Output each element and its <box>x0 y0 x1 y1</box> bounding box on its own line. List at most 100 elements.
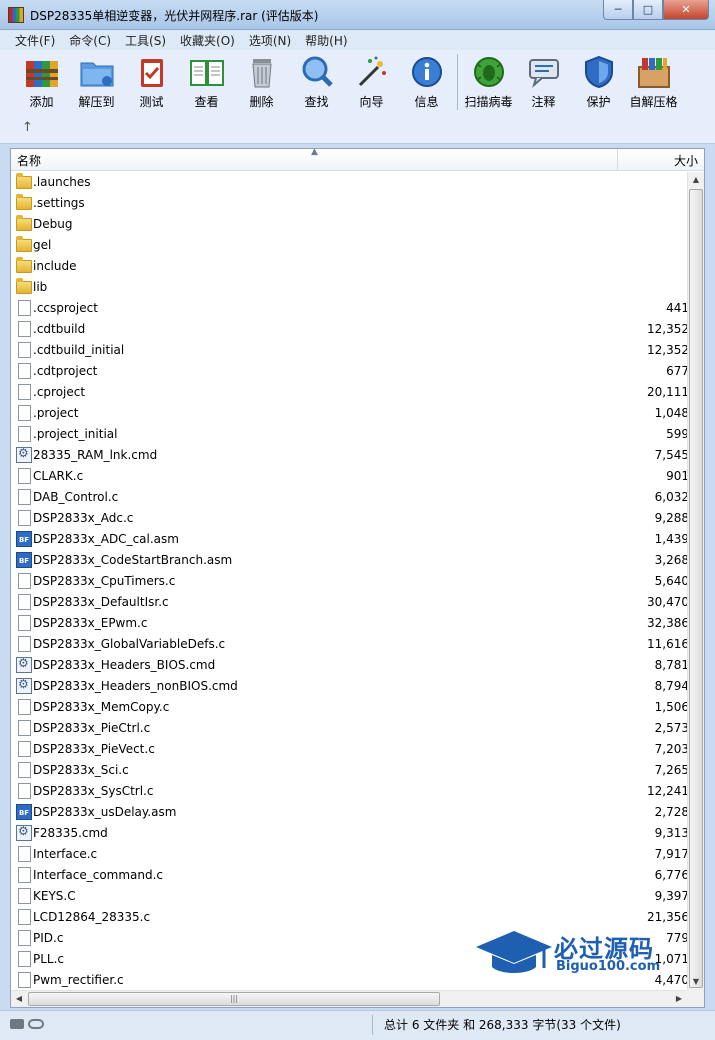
file-row[interactable]: BF DSP2833x_usDelay.asm 2,728 <box>11 802 689 823</box>
file-row[interactable]: 28335_RAM_lnk.cmd 7,545 <box>11 445 689 466</box>
file-name: CLARK.c <box>33 469 84 483</box>
file-row[interactable]: .launches <box>11 172 687 193</box>
file-name: LCD12864_28335.c <box>33 910 151 924</box>
file-row[interactable]: F28335.cmd 9,313 <box>11 823 689 844</box>
file-row[interactable]: DSP2833x_Sci.c 7,265 <box>11 760 689 781</box>
file-name: DSP2833x_Headers_nonBIOS.cmd <box>33 679 238 693</box>
file-icon <box>18 699 31 715</box>
file-row[interactable]: Interface_command.c 6,776 <box>11 865 689 886</box>
file-row[interactable]: lib <box>11 277 687 298</box>
asm-file-icon: BF <box>16 804 32 820</box>
column-header-size[interactable]: 大小 <box>619 149 704 171</box>
sfx-label: 自解压格 <box>629 95 678 109</box>
maximize-button[interactable]: □ <box>633 0 663 20</box>
test-button[interactable]: 测试 <box>124 50 179 116</box>
delete-button[interactable]: 删除 <box>234 50 289 116</box>
file-row[interactable]: DSP2833x_Headers_BIOS.cmd 8,781 <box>11 655 689 676</box>
info-button[interactable]: 信息 <box>399 50 454 116</box>
file-icon <box>18 888 31 904</box>
file-row[interactable]: include <box>11 256 687 277</box>
column-header-name[interactable]: 名称 ▲ <box>11 149 618 171</box>
menu-tools[interactable]: 工具(S) <box>118 32 173 49</box>
file-icon <box>18 489 31 505</box>
file-row[interactable]: BF DSP2833x_CodeStartBranch.asm 3,268 <box>11 550 689 571</box>
vertical-scroll-thumb[interactable] <box>689 189 703 988</box>
minimize-button[interactable]: ─ <box>603 0 633 20</box>
menu-options[interactable]: 选项(N) <box>242 32 298 49</box>
file-row[interactable]: DSP2833x_PieVect.c 7,203 <box>11 739 689 760</box>
file-icon <box>18 909 31 925</box>
file-row[interactable]: DSP2833x_Adc.c 9,288 <box>11 508 689 529</box>
view-button[interactable]: 查看 <box>179 50 234 116</box>
file-row[interactable]: .project_initial 599 <box>11 424 689 445</box>
file-name: DSP2833x_Headers_BIOS.cmd <box>33 658 216 672</box>
horizontal-scroll-thumb[interactable]: ||| <box>28 992 440 1006</box>
file-row[interactable]: DSP2833x_DefaultIsr.c 30,470 <box>11 592 689 613</box>
scroll-down-arrow-icon[interactable]: ▼ <box>688 974 704 990</box>
extract-to-button[interactable]: 解压到 <box>69 50 124 116</box>
file-row[interactable]: DAB_Control.c 6,032 <box>11 487 689 508</box>
file-name: PLL.c <box>33 952 65 966</box>
file-row[interactable]: DSP2833x_PieCtrl.c 2,573 <box>11 718 689 739</box>
protect-button[interactable]: 保护 <box>571 50 626 116</box>
menu-command[interactable]: 命令(C) <box>62 32 118 49</box>
file-row[interactable]: BF DSP2833x_ADC_cal.asm 1,439 <box>11 529 689 550</box>
drive-icon <box>10 1019 24 1029</box>
file-row[interactable]: .settings <box>11 193 687 214</box>
file-size: 901 <box>666 469 689 483</box>
file-row[interactable]: DSP2833x_SysCtrl.c 12,241 <box>11 781 689 802</box>
wizard-button[interactable]: 向导 <box>344 50 399 116</box>
file-icon <box>18 300 31 316</box>
menu-help[interactable]: 帮助(H) <box>298 32 354 49</box>
file-row[interactable]: DSP2833x_GlobalVariableDefs.c 11,616 <box>11 634 689 655</box>
file-row[interactable]: .ccsproject 441 <box>11 298 689 319</box>
file-row[interactable]: .project 1,048 <box>11 403 689 424</box>
file-name: DSP2833x_Adc.c <box>33 511 134 525</box>
scroll-up-arrow-icon[interactable]: ▲ <box>688 172 704 188</box>
file-row[interactable]: .cdtbuild_initial 12,352 <box>11 340 689 361</box>
file-name: .launches <box>33 175 91 189</box>
file-name: DSP2833x_usDelay.asm <box>33 805 177 819</box>
vertical-scrollbar[interactable]: ▲ ▼ <box>687 172 704 990</box>
file-size: 7,917 <box>654 847 689 861</box>
key-icon[interactable] <box>28 1019 44 1029</box>
file-size: 11,616 <box>647 637 689 651</box>
file-row[interactable]: gel <box>11 235 687 256</box>
file-icon <box>18 468 31 484</box>
menu-file[interactable]: 文件(F) <box>8 32 62 49</box>
comment-label: 注释 <box>531 95 556 109</box>
view-label: 查看 <box>194 95 219 109</box>
file-row[interactable]: .cproject 20,111 <box>11 382 689 403</box>
file-icon <box>18 951 31 967</box>
up-arrow-icon[interactable]: ↑ <box>22 120 33 135</box>
file-size: 21,356 <box>647 910 689 924</box>
file-row[interactable]: DSP2833x_Headers_nonBIOS.cmd 8,794 <box>11 676 689 697</box>
add-button[interactable]: 添加 <box>14 50 69 116</box>
file-row[interactable]: Debug <box>11 214 687 235</box>
sort-ascending-icon: ▲ <box>311 148 318 157</box>
file-row[interactable]: KEYS.C 9,397 <box>11 886 689 907</box>
scroll-right-arrow-icon[interactable]: ▶ <box>671 991 687 1007</box>
file-row[interactable]: DSP2833x_EPwm.c 32,386 <box>11 613 689 634</box>
file-row[interactable]: .cdtbuild 12,352 <box>11 319 689 340</box>
file-row[interactable]: .cdtproject 677 <box>11 361 689 382</box>
file-row[interactable]: DSP2833x_MemCopy.c 1,506 <box>11 697 689 718</box>
scroll-left-arrow-icon[interactable]: ◀ <box>11 991 27 1007</box>
comment-button[interactable]: 注释 <box>516 50 571 116</box>
folder-icon <box>16 215 32 231</box>
horizontal-scrollbar[interactable]: ◀ ||| ▶ <box>11 990 687 1007</box>
file-row[interactable]: DSP2833x_CpuTimers.c 5,640 <box>11 571 689 592</box>
trash-icon <box>243 54 281 90</box>
file-size: 32,386 <box>647 616 689 630</box>
file-row[interactable]: CLARK.c 901 <box>11 466 689 487</box>
add-label: 添加 <box>29 95 54 109</box>
file-row[interactable]: Interface.c 7,917 <box>11 844 689 865</box>
sfx-button[interactable]: 自解压格 <box>626 50 681 116</box>
virus-scan-button[interactable]: 扫描病毒 <box>461 50 516 116</box>
close-button[interactable]: ✕ <box>663 0 709 20</box>
file-name: .ccsproject <box>33 301 98 315</box>
menu-favorites[interactable]: 收藏夹(O) <box>173 32 242 49</box>
cmd-script-icon <box>16 656 32 673</box>
delete-label: 删除 <box>249 95 274 109</box>
find-button[interactable]: 查找 <box>289 50 344 116</box>
